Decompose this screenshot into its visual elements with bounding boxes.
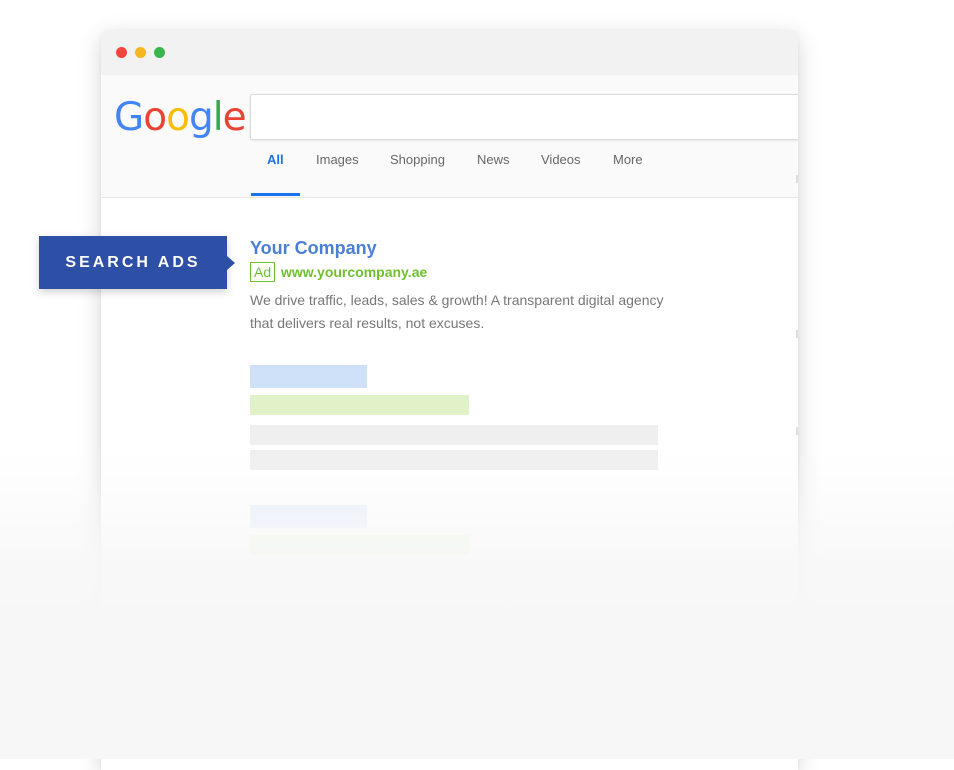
logo-letter-g: G: [114, 95, 144, 140]
logo-letter-e: e: [222, 95, 247, 140]
search-input[interactable]: [250, 94, 798, 140]
tab-videos[interactable]: Videos: [541, 152, 581, 167]
tab-images[interactable]: Images: [316, 152, 359, 167]
ad-description: We drive traffic, leads, sales & growth!…: [250, 292, 664, 331]
close-window-dot[interactable]: [116, 47, 127, 58]
active-tab-indicator: [251, 193, 300, 196]
logo-letter-g2: g: [188, 95, 214, 140]
placeholder-text-line: [250, 425, 658, 445]
search-ads-label: SEARCH ADS: [65, 254, 201, 271]
tab-all[interactable]: All: [267, 152, 284, 167]
logo-letter-l: l: [212, 95, 224, 140]
edge-mark: [796, 175, 798, 183]
ad-title-link[interactable]: Your Company: [250, 238, 377, 259]
edge-mark: [796, 427, 798, 435]
minimize-window-dot[interactable]: [135, 47, 146, 58]
maximize-window-dot[interactable]: [154, 47, 165, 58]
tab-news[interactable]: News: [477, 152, 510, 167]
logo-letter-o1: o: [143, 95, 167, 140]
google-logo: Google: [114, 95, 247, 140]
edge-mark: [796, 330, 798, 338]
logo-letter-o2: o: [166, 95, 190, 140]
tab-shopping[interactable]: Shopping: [390, 152, 445, 167]
bottom-fade-overlay: [0, 450, 954, 759]
ad-url[interactable]: www.yourcompany.ae: [281, 264, 427, 280]
browser-titlebar: [101, 30, 798, 75]
ad-badge: Ad: [250, 262, 276, 282]
tab-more[interactable]: More: [613, 152, 643, 167]
placeholder-url-bar: [250, 395, 469, 415]
search-ads-callout: SEARCH ADS: [39, 236, 235, 289]
google-header: Google All Images Shopping News Videos M…: [101, 75, 798, 198]
placeholder-title-bar: [250, 365, 367, 388]
